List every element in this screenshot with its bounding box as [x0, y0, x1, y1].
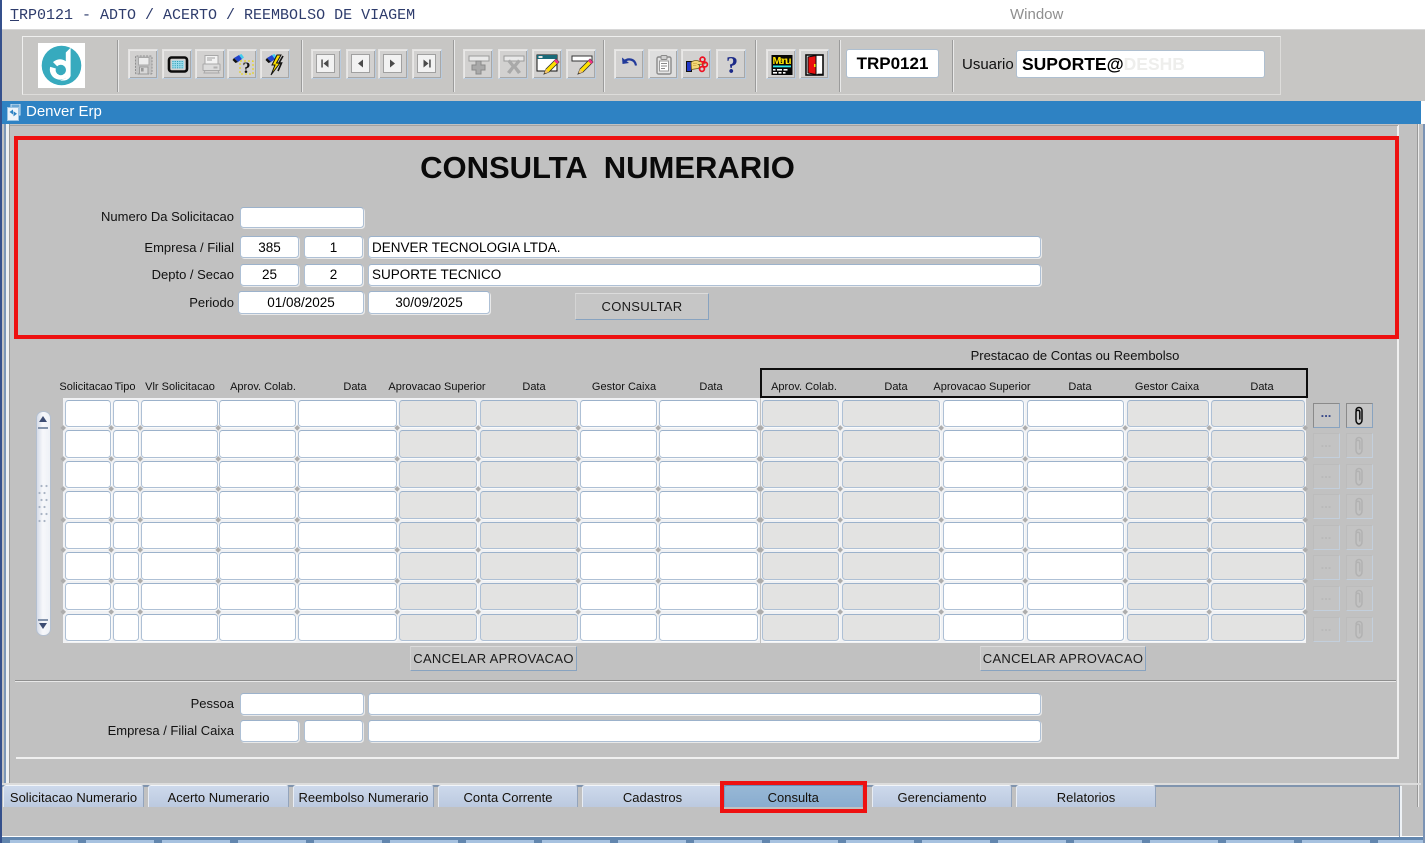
svg-text:Menu: Menu — [772, 55, 791, 67]
svg-text:?: ? — [243, 60, 251, 77]
svg-text:?: ? — [726, 53, 738, 77]
